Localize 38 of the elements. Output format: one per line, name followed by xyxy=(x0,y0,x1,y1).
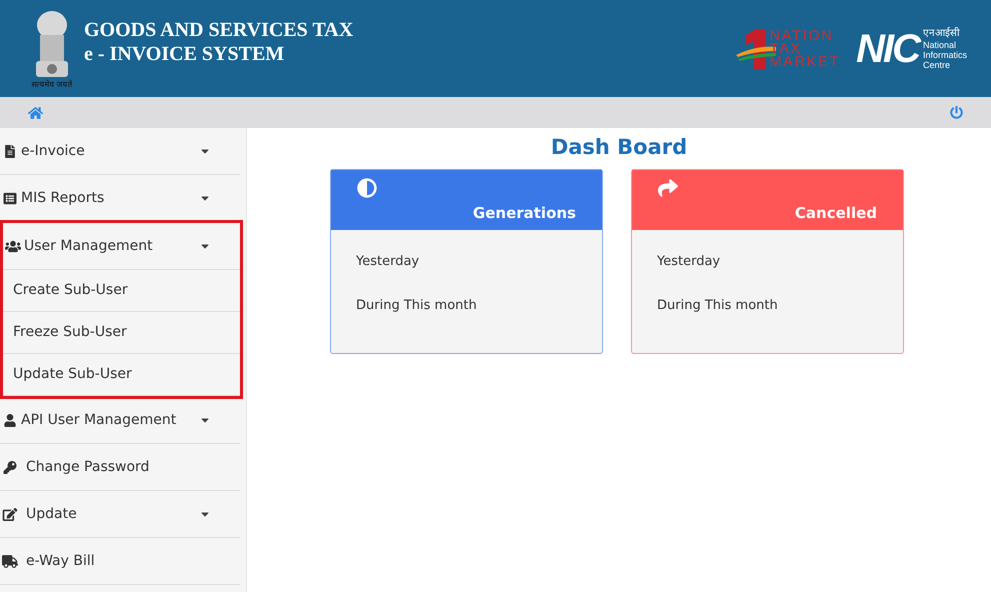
truck-icon xyxy=(2,554,18,568)
share-arrow-icon xyxy=(658,178,678,198)
sidebar-item[interactable]: Change Password xyxy=(0,444,240,491)
sidebar-item[interactable]: API User Management xyxy=(0,397,240,444)
card-title: Cancelled xyxy=(794,202,877,224)
users-icon xyxy=(5,240,21,252)
power-icon[interactable] xyxy=(950,106,963,119)
header-title: GOODS AND SERVICES TAX xyxy=(84,18,354,42)
edit-icon xyxy=(2,508,18,520)
card-label: During This month xyxy=(657,297,779,315)
card-label: Yesterday xyxy=(657,252,722,270)
logo-text: TAX xyxy=(770,42,802,55)
logo-hindi-text: एनआईसी xyxy=(922,28,961,40)
header-subtitle: e - INVOICE SYSTEM xyxy=(84,42,286,66)
sidebar-item[interactable]: MIS Reports xyxy=(0,175,240,222)
logo-text: Informatics xyxy=(922,50,967,60)
submenu-item[interactable]: Freeze Sub-User xyxy=(3,312,240,354)
sidebar-item[interactable]: User Management xyxy=(3,223,240,270)
logo-mark: NIC xyxy=(856,28,919,68)
submenu-item[interactable]: Update Sub-User xyxy=(3,354,240,396)
logo-text: National xyxy=(922,40,958,50)
page-title: Dash Board xyxy=(550,134,688,161)
document-icon xyxy=(2,144,18,158)
sidebar-item[interactable]: e-Invoice xyxy=(0,128,240,175)
sidebar-item[interactable]: e-Way Bill xyxy=(0,538,240,585)
key-icon xyxy=(2,460,18,474)
sidebar-item[interactable]: Update xyxy=(0,491,240,538)
card-title: Generations xyxy=(472,202,576,224)
list-icon xyxy=(2,192,18,204)
emblem-motto: सत्यमेव जयते xyxy=(32,80,72,88)
card-label: During This month xyxy=(356,297,478,315)
user-icon xyxy=(2,414,18,426)
card-label: Yesterday xyxy=(356,252,420,270)
logo-text: MARKET xyxy=(770,55,840,68)
logo-text: Centre xyxy=(922,60,951,70)
logo-text: NATION xyxy=(770,29,835,42)
submenu-item[interactable]: Create Sub-User xyxy=(3,270,240,312)
home-icon[interactable] xyxy=(28,106,43,120)
